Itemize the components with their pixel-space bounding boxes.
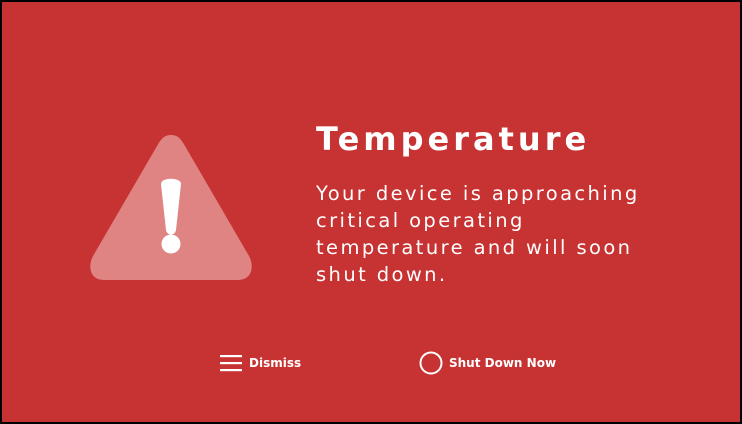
temperature-alert-screen: Temperature Your device is approaching c…: [0, 0, 742, 424]
dismiss-button[interactable]: Dismiss: [220, 349, 301, 377]
shut-down-now-button[interactable]: Shut Down Now: [419, 349, 556, 377]
shut-down-now-label: Shut Down Now: [449, 356, 557, 370]
warning-triangle-icon: [90, 135, 252, 280]
circle-icon: [419, 351, 443, 375]
alert-title: Temperature: [316, 120, 591, 158]
exclamation-dot: [161, 234, 181, 254]
menu-lines-icon: [220, 355, 242, 372]
dismiss-label: Dismiss: [249, 356, 302, 370]
alert-message: Your device is approaching critical oper…: [316, 182, 640, 286]
